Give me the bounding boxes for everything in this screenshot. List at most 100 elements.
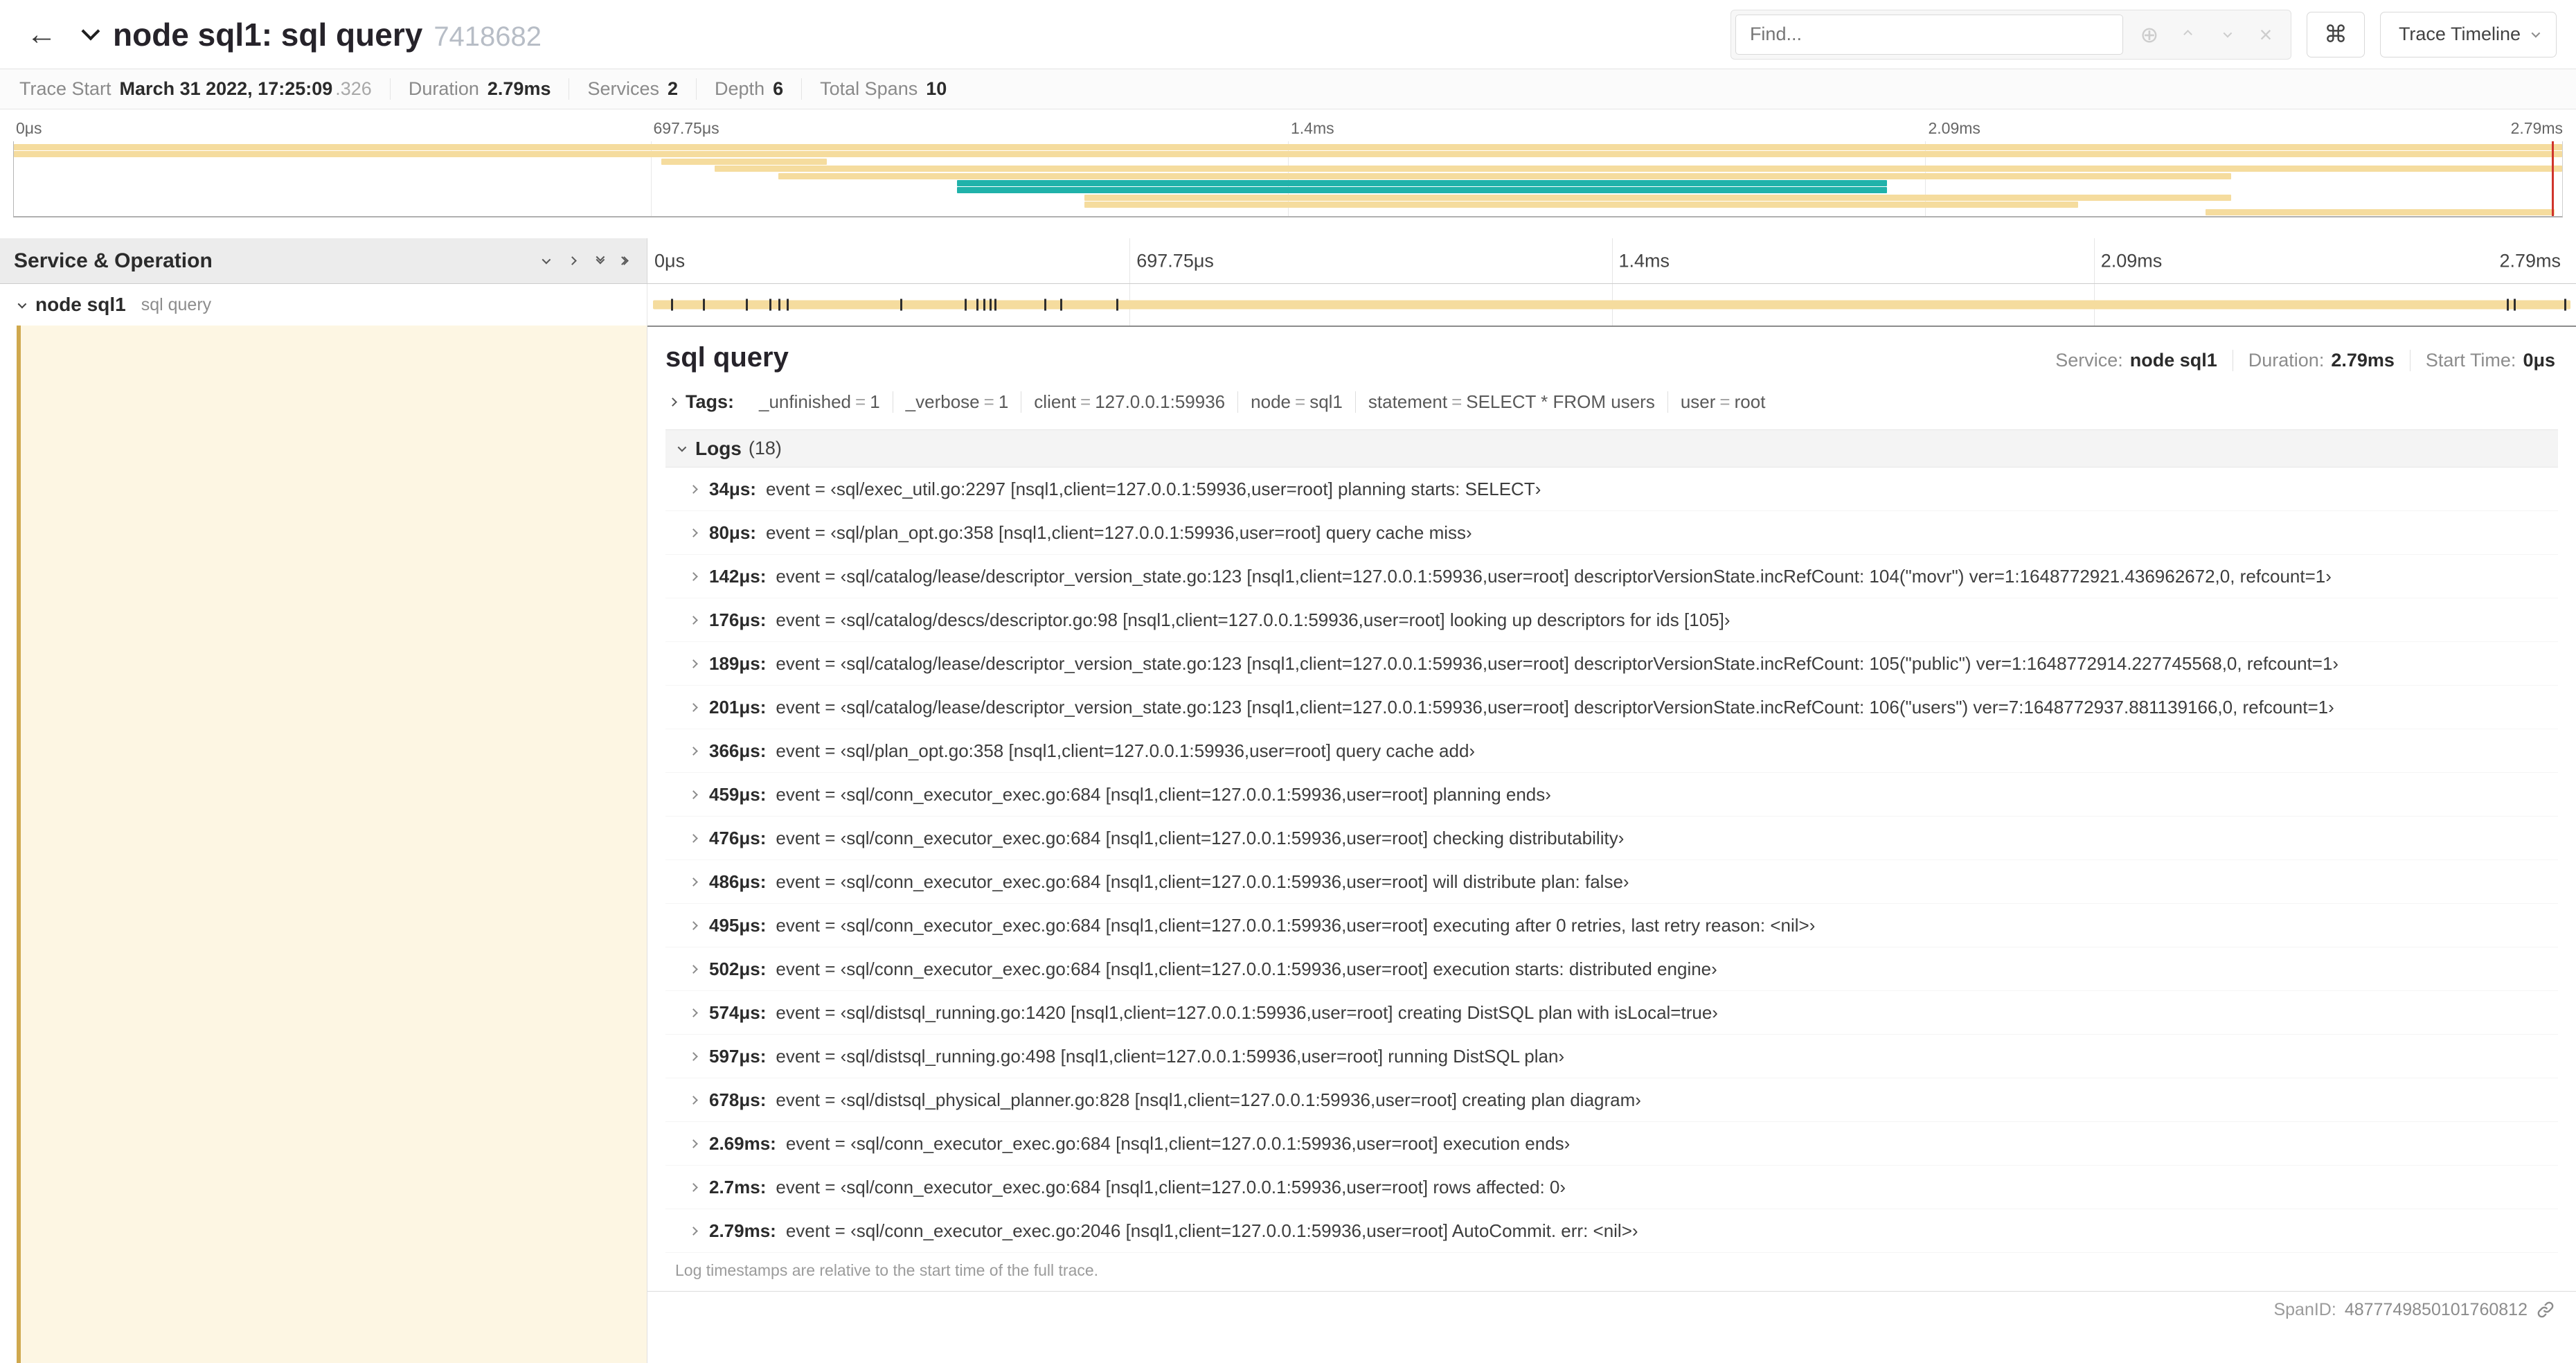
summary-item-label: Depth xyxy=(715,78,765,99)
log-timestamp: 2.69ms: xyxy=(709,1132,776,1154)
back-button[interactable]: ← xyxy=(19,12,64,57)
expand-all-icon[interactable] xyxy=(618,256,629,265)
detail-meta-value: 0μs xyxy=(2523,350,2555,371)
log-marker-tick[interactable] xyxy=(900,299,903,311)
keyboard-shortcuts-button[interactable]: ⌘ xyxy=(2306,11,2365,57)
log-marker-tick[interactable] xyxy=(2507,299,2510,311)
logs-header[interactable]: Logs (18) xyxy=(665,429,2558,467)
log-message: event = ‹sql/conn_executor_exec.go:684 [… xyxy=(776,827,1625,848)
log-row[interactable]: 486μs: event = ‹sql/conn_executor_exec.go… xyxy=(665,860,2558,904)
log-timestamp: 34μs: xyxy=(709,478,756,499)
log-row[interactable]: 189μs: event = ‹sql/catalog/lease/descrip… xyxy=(665,642,2558,686)
tag-item[interactable]: node = sql1 xyxy=(1237,391,1355,413)
tag-item[interactable]: statement = SELECT * FROM users xyxy=(1354,391,1667,413)
log-message: event = ‹sql/conn_executor_exec.go:684 [… xyxy=(776,783,1551,805)
log-row[interactable]: 597μs: event = ‹sql/distsql_running.go:49… xyxy=(665,1035,2558,1078)
log-row[interactable]: 142μs: event = ‹sql/catalog/lease/descrip… xyxy=(665,555,2558,598)
log-marker-tick[interactable] xyxy=(786,299,789,311)
tags-row[interactable]: Tags: _unfinished = 1 _verbose = 1 client = 127.… xyxy=(665,391,2558,413)
tag-item[interactable]: _verbose = 1 xyxy=(892,391,1021,413)
copy-link-icon[interactable] xyxy=(2536,1300,2555,1319)
log-marker-tick[interactable] xyxy=(2564,299,2567,311)
log-marker-tick[interactable] xyxy=(994,299,997,311)
collapse-one-icon[interactable] xyxy=(542,255,551,265)
log-row[interactable]: 80μs: event = ‹sql/plan_opt.go:358 [nsql1… xyxy=(665,511,2558,555)
span-detail-title: sql query xyxy=(665,342,789,373)
log-row[interactable]: 495μs: event = ‹sql/conn_executor_exec.go… xyxy=(665,904,2558,947)
trace-timeline-dropdown[interactable]: Trace Timeline xyxy=(2379,11,2557,57)
log-marker-tick[interactable] xyxy=(976,299,979,311)
span-accent-fill xyxy=(17,326,647,1363)
summary-item-label: Duration xyxy=(408,78,479,99)
log-row[interactable]: 678μs: event = ‹sql/distsql_physical_plan… xyxy=(665,1078,2558,1122)
log-row[interactable]: 2.79ms: event = ‹sql/conn_executor_exec.g… xyxy=(665,1209,2558,1253)
log-row[interactable]: 476μs: event = ‹sql/conn_executor_exec.go… xyxy=(665,817,2558,860)
log-message: event = ‹sql/conn_executor_exec.go:684 [… xyxy=(776,914,1816,936)
log-timestamp: 486μs: xyxy=(709,871,767,892)
log-timestamp: 80μs: xyxy=(709,522,756,543)
timeline-tick-label: 697.75μs xyxy=(1136,250,1214,271)
summary-item-label: Total Spans xyxy=(820,78,918,99)
log-row[interactable]: 366μs: event = ‹sql/plan_opt.go:358 [nsql… xyxy=(665,729,2558,773)
tag-key: _unfinished xyxy=(759,391,852,412)
log-marker-tick[interactable] xyxy=(965,299,967,311)
log-row[interactable]: 2.7ms: event = ‹sql/conn_executor_exec.go… xyxy=(665,1166,2558,1209)
clear-search-icon[interactable]: × xyxy=(2253,24,2278,46)
next-result-icon[interactable] xyxy=(2215,28,2239,38)
log-row[interactable]: 459μs: event = ‹sql/conn_executor_exec.go… xyxy=(665,773,2558,817)
log-row[interactable]: 574μs: event = ‹sql/distsql_running.go:14… xyxy=(665,991,2558,1035)
service-operation-title: Service & Operation xyxy=(14,249,213,272)
minimap-canvas[interactable] xyxy=(13,141,2563,217)
summary-item-value: 2 xyxy=(668,78,679,99)
log-row[interactable]: 502μs: event = ‹sql/conn_executor_exec.go… xyxy=(665,947,2558,991)
log-marker-tick[interactable] xyxy=(769,299,771,311)
span-name-cell[interactable]: node sql1 sql query xyxy=(0,284,647,326)
log-marker-tick[interactable] xyxy=(1059,299,1062,311)
summary-item: Services 2 xyxy=(569,78,696,100)
prev-result-icon[interactable] xyxy=(2176,30,2201,39)
log-marker-tick[interactable] xyxy=(1116,299,1118,311)
log-marker-tick[interactable] xyxy=(983,299,986,311)
minimap-tick-label: 697.75μs xyxy=(653,119,719,137)
detail-meta-item: Start Time: 0μs xyxy=(2409,350,2558,371)
log-marker-tick[interactable] xyxy=(1044,299,1046,311)
collapse-all-icon[interactable] xyxy=(596,252,605,264)
minimap-cursor[interactable] xyxy=(2552,141,2555,216)
chevron-down-icon xyxy=(677,443,687,452)
tag-key: client xyxy=(1034,391,1076,412)
tag-item[interactable]: _unfinished = 1 xyxy=(746,391,893,413)
span-timeline[interactable] xyxy=(647,284,2576,326)
tag-item[interactable]: client = 127.0.0.1:59936 xyxy=(1021,391,1237,413)
summary-item: Total Spans 10 xyxy=(801,78,965,100)
log-timestamp: 678μs: xyxy=(709,1089,767,1110)
find-input[interactable] xyxy=(1735,14,2123,55)
top-header: ← node sql1: sql query 7418682 ⊕ × ⌘ Trac… xyxy=(0,0,2576,69)
log-marker-tick[interactable] xyxy=(990,299,992,311)
log-marker-tick[interactable] xyxy=(778,299,780,311)
span-detail-wrap: sql query Service: node sql1 Duration: 2.79… xyxy=(647,326,2576,1363)
span-id-footer: SpanID: 4877749850101760812 xyxy=(647,1292,2576,1328)
log-timestamp: 2.7ms: xyxy=(709,1176,767,1197)
tag-key: statement xyxy=(1368,391,1448,412)
log-marker-tick[interactable] xyxy=(670,299,673,311)
log-marker-tick[interactable] xyxy=(2514,299,2516,311)
tag-equals: = xyxy=(1451,391,1463,412)
log-marker-tick[interactable] xyxy=(702,299,705,311)
log-row[interactable]: 176μs: event = ‹sql/catalog/descs/descrip… xyxy=(665,598,2558,642)
tag-item[interactable]: user = root xyxy=(1667,391,1778,413)
minimap-tick-label: 0μs xyxy=(16,119,42,137)
span-row: node sql1 sql query xyxy=(0,284,2576,326)
expand-one-icon[interactable] xyxy=(568,256,577,265)
log-row[interactable]: 2.69ms: event = ‹sql/conn_executor_exec.g… xyxy=(665,1122,2558,1166)
minimap-span-bar xyxy=(661,158,827,165)
summary-item-label: Trace Start xyxy=(19,78,111,99)
zoom-icon[interactable]: ⊕ xyxy=(2137,24,2162,46)
log-row[interactable]: 34μs: event = ‹sql/exec_util.go:2297 [nsq… xyxy=(665,467,2558,511)
span-duration-bar[interactable] xyxy=(653,300,2570,310)
log-row[interactable]: 201μs: event = ‹sql/catalog/lease/descrip… xyxy=(665,686,2558,729)
log-marker-tick[interactable] xyxy=(745,299,748,311)
collapse-trace-icon[interactable] xyxy=(81,21,100,41)
summary-item: Duration 2.79ms xyxy=(389,78,569,100)
tag-value: sql1 xyxy=(1309,391,1343,412)
minimap-span-bar xyxy=(1084,194,2231,201)
